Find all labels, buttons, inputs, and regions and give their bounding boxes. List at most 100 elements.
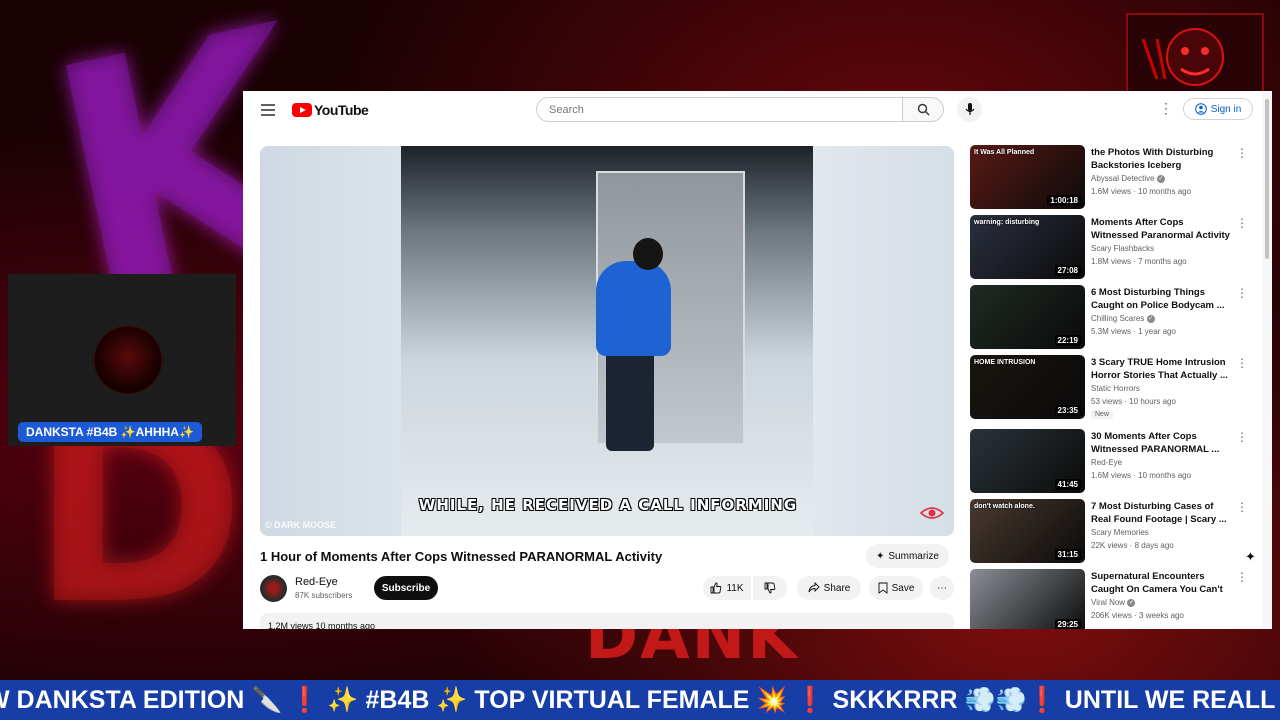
eye-icon bbox=[920, 507, 944, 519]
streamer-avatar bbox=[94, 326, 162, 394]
related-video-meta: 5.3M views · 1 year ago bbox=[1091, 327, 1176, 336]
dank-logo-icon bbox=[1141, 28, 1224, 86]
video-thumbnail[interactable]: 41:45 bbox=[970, 429, 1085, 493]
microphone-icon bbox=[965, 103, 974, 115]
thumbnail-overlay-text: It Was All Planned bbox=[974, 149, 1035, 156]
search-input[interactable] bbox=[547, 98, 891, 122]
scrollbar-thumb[interactable] bbox=[1265, 99, 1269, 259]
related-video-channel[interactable]: Red-Eye bbox=[1091, 458, 1122, 467]
related-video-item[interactable]: 22:19 6 Most Disturbing Things Caught on … bbox=[970, 285, 1260, 351]
video-thumbnail[interactable]: HOME INTRUSION 23:35 bbox=[970, 355, 1085, 419]
related-video-channel[interactable]: Scary Memories bbox=[1091, 528, 1149, 537]
related-channel-name: Scary Memories bbox=[1091, 528, 1149, 537]
channel-avatar[interactable] bbox=[260, 575, 287, 602]
related-video-item[interactable]: warning: disturbing 27:08 Moments After Co… bbox=[970, 215, 1260, 281]
video-thumbnail[interactable]: don't watch alone. 31:15 bbox=[970, 499, 1085, 563]
share-button[interactable]: Share bbox=[797, 576, 861, 600]
related-video-title[interactable]: Supernatural Encounters Caught On Camera… bbox=[1091, 570, 1231, 597]
verified-icon: ✓ bbox=[1127, 598, 1136, 607]
video-frame bbox=[401, 146, 813, 536]
thumbnail-overlay-text: warning: disturbing bbox=[974, 219, 1040, 226]
thumbs-down-icon bbox=[764, 582, 776, 594]
sign-in-button[interactable]: Sign in bbox=[1183, 98, 1253, 120]
thumbnail-overlay-text: HOME INTRUSION bbox=[974, 359, 1036, 366]
video-duration: 23:35 bbox=[1054, 405, 1081, 416]
youtube-wordmark: YouTube bbox=[314, 102, 369, 118]
masthead: YouTube ⋮ Sign in bbox=[243, 91, 1272, 131]
related-video-title[interactable]: the Photos With Disturbing Backstories I… bbox=[1091, 146, 1231, 172]
video-thumbnail[interactable]: It Was All Planned 1:00:18 bbox=[970, 145, 1085, 209]
dislike-button[interactable] bbox=[753, 576, 787, 600]
save-button[interactable]: Save bbox=[869, 576, 923, 600]
video-player[interactable]: WHILE, HE RECEIVED A CALL INFORMING © DA… bbox=[260, 146, 954, 536]
subscriber-count: 87K subscribers bbox=[295, 591, 353, 600]
related-video-channel[interactable]: Abyssal Detective ✓ bbox=[1091, 174, 1165, 183]
share-icon bbox=[808, 582, 820, 593]
video-title: 1 Hour of Moments After Cops Witnessed P… bbox=[260, 549, 663, 564]
video-thumbnail[interactable]: 29:25 bbox=[970, 569, 1085, 629]
ask-ai-icon[interactable]: ✦ bbox=[1245, 549, 1256, 565]
more-vertical-icon[interactable]: ⋮ bbox=[1236, 287, 1248, 299]
related-video-item[interactable]: don't watch alone. 31:15 7 Most Disturbing… bbox=[970, 499, 1260, 565]
verified-icon: ✓ bbox=[1156, 174, 1165, 183]
related-channel-name: Red-Eye bbox=[1091, 458, 1123, 467]
sign-in-label: Sign in bbox=[1210, 103, 1242, 115]
video-duration: 31:15 bbox=[1054, 549, 1081, 560]
video-duration: 22:19 bbox=[1054, 335, 1081, 346]
settings-more-icon[interactable]: ⋮ bbox=[1159, 101, 1173, 115]
related-video-channel[interactable]: Scary Flashbacks bbox=[1091, 244, 1154, 253]
related-video-meta: 206K views · 3 weeks ago bbox=[1091, 611, 1184, 620]
person-image-head bbox=[633, 238, 663, 270]
related-channel-name: Abyssal Detective bbox=[1091, 174, 1155, 183]
more-actions-button[interactable]: ⋯ bbox=[930, 576, 954, 600]
thumbnail-overlay-text: don't watch alone. bbox=[974, 503, 1035, 510]
related-video-item[interactable]: 41:45 30 Moments After Cops Witnessed PAR… bbox=[970, 429, 1260, 495]
related-channel-name: Viral Now bbox=[1091, 598, 1126, 607]
more-vertical-icon[interactable]: ⋮ bbox=[1236, 431, 1248, 443]
like-button[interactable]: 11K bbox=[703, 576, 751, 600]
related-channel-name: Static Horrors bbox=[1091, 384, 1140, 393]
like-count: 11K bbox=[726, 582, 744, 594]
search-button[interactable] bbox=[902, 97, 944, 122]
hamburger-menu-icon[interactable] bbox=[261, 104, 275, 116]
related-video-item[interactable]: 29:25 Supernatural Encounters Caught On C… bbox=[970, 569, 1260, 629]
related-video-meta: 1.6M views · 10 months ago bbox=[1091, 471, 1192, 480]
more-vertical-icon[interactable]: ⋮ bbox=[1236, 217, 1248, 229]
more-horizontal-icon: ⋯ bbox=[937, 582, 947, 594]
related-video-item[interactable]: It Was All Planned 1:00:18 the Photos With… bbox=[970, 145, 1260, 211]
related-video-channel[interactable]: Static Horrors bbox=[1091, 384, 1140, 393]
related-video-channel[interactable]: Chilling Scares ✓ bbox=[1091, 314, 1155, 323]
video-duration: 29:25 bbox=[1054, 619, 1081, 629]
description-box[interactable]: 1.2M views 10 months ago bbox=[260, 613, 954, 629]
related-video-item[interactable]: HOME INTRUSION 23:35 3 Scary TRUE Home Int… bbox=[970, 355, 1260, 421]
scrolling-ticker: W DANKSTA EDITION 🔪 ❗ ✨ #B4B ✨ TOP VIRTU… bbox=[0, 680, 1280, 720]
more-vertical-icon[interactable]: ⋮ bbox=[1236, 357, 1248, 369]
related-video-title[interactable]: 3 Scary TRUE Home Intrusion Horror Stori… bbox=[1091, 356, 1231, 382]
related-video-title[interactable]: 6 Most Disturbing Things Caught on Polic… bbox=[1091, 286, 1231, 312]
related-video-meta: 1.8M views · 7 months ago bbox=[1091, 257, 1187, 266]
video-thumbnail[interactable]: 22:19 bbox=[970, 285, 1085, 349]
streamer-name-label: DANKSTA #B4B ✨AHHHA✨ bbox=[18, 422, 202, 442]
related-video-title[interactable]: 30 Moments After Cops Witnessed PARANORM… bbox=[1091, 430, 1231, 456]
related-video-meta: 1.6M views · 10 months ago bbox=[1091, 187, 1192, 196]
save-label: Save bbox=[891, 582, 915, 594]
person-image-legs bbox=[606, 351, 654, 451]
ticker-text: W DANKSTA EDITION 🔪 ❗ ✨ #B4B ✨ TOP VIRTU… bbox=[0, 686, 1276, 714]
search-icon bbox=[917, 103, 929, 116]
related-video-title[interactable]: 7 Most Disturbing Cases of Real Found Fo… bbox=[1091, 500, 1231, 526]
bookmark-icon bbox=[878, 582, 888, 594]
related-video-channel[interactable]: Viral Now ✓ bbox=[1091, 598, 1136, 607]
subscribe-button[interactable]: Subscribe bbox=[374, 576, 438, 600]
video-thumbnail[interactable]: warning: disturbing 27:08 bbox=[970, 215, 1085, 279]
youtube-window: YouTube ⋮ Sign in WHILE, HE RECEIVED A C… bbox=[243, 91, 1272, 629]
youtube-logo[interactable]: YouTube bbox=[292, 102, 369, 118]
voice-search-button[interactable] bbox=[957, 97, 982, 122]
more-vertical-icon[interactable]: ⋮ bbox=[1236, 501, 1248, 513]
more-vertical-icon[interactable]: ⋮ bbox=[1236, 571, 1248, 583]
webcam-panel: DANKSTA #B4B ✨AHHHA✨ bbox=[8, 274, 236, 446]
related-video-title[interactable]: Moments After Cops Witnessed Paranormal … bbox=[1091, 216, 1231, 243]
channel-name[interactable]: Red-Eye bbox=[295, 576, 338, 588]
more-vertical-icon[interactable]: ⋮ bbox=[1236, 147, 1248, 159]
share-label: Share bbox=[823, 582, 851, 594]
summarize-button[interactable]: ✦ Summarize bbox=[866, 544, 949, 568]
